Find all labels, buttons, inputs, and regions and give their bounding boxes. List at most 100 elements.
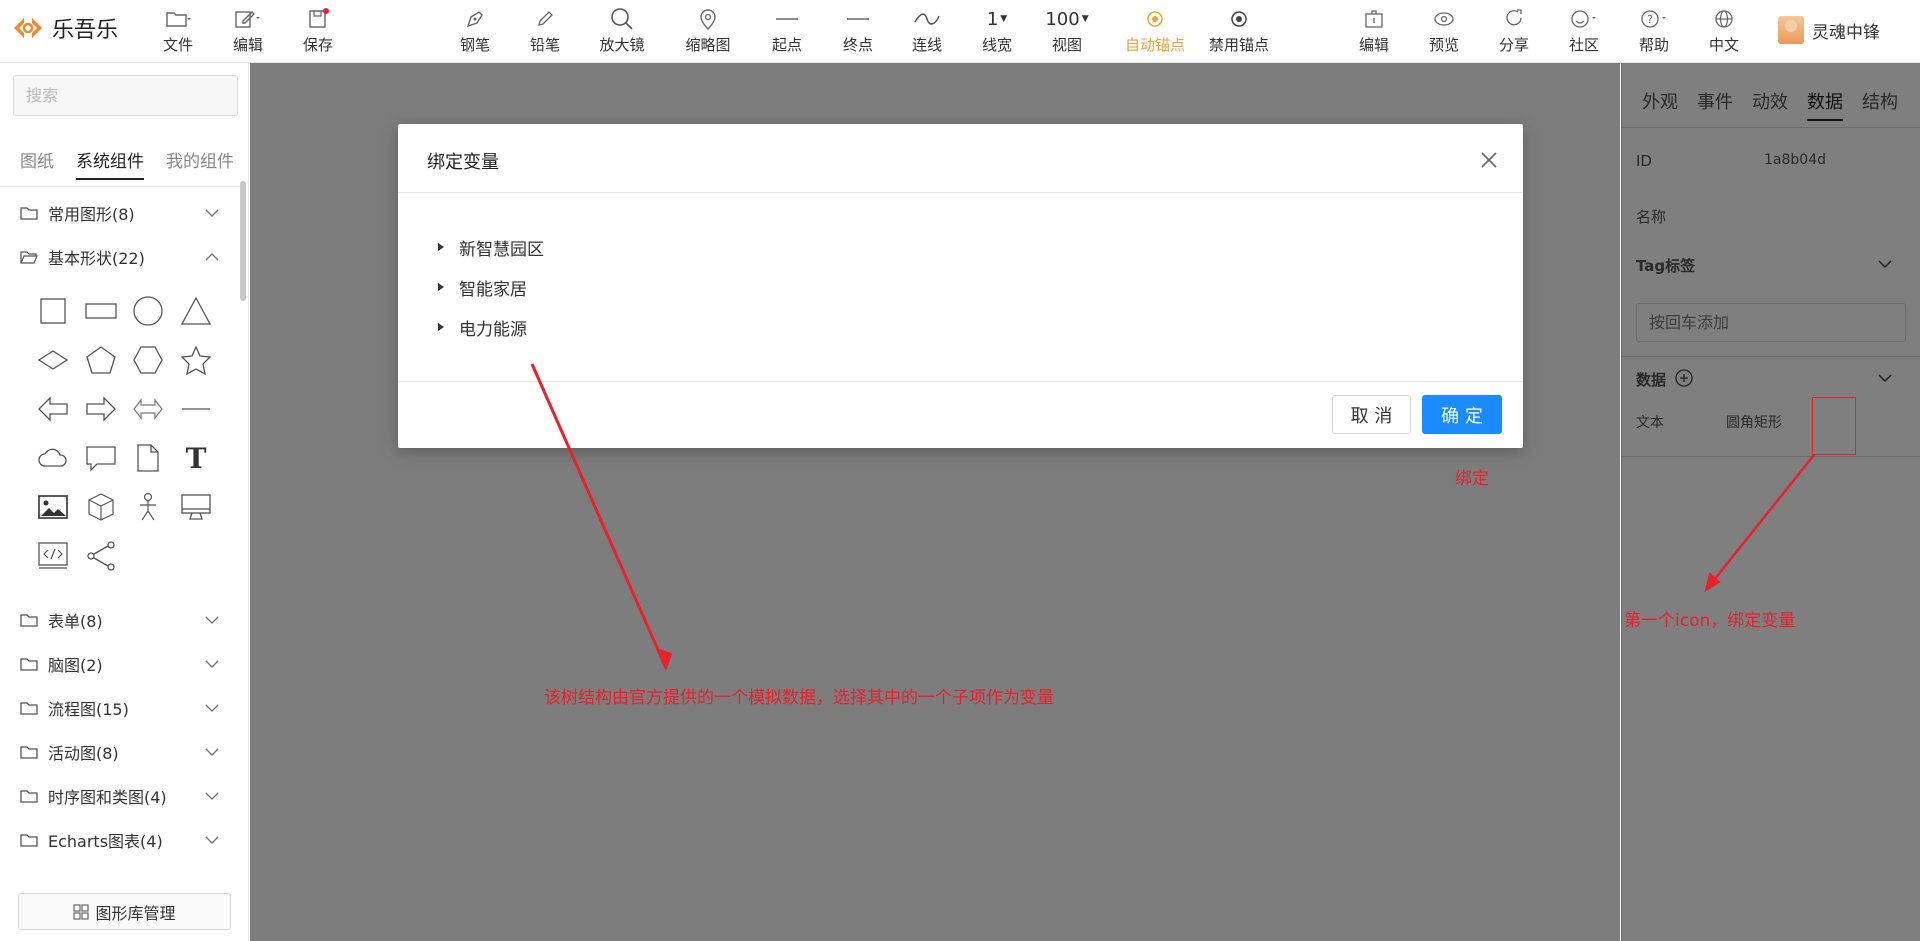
share-button[interactable]: 分享: [1482, 6, 1546, 58]
tab-my-components[interactable]: 我的组件: [166, 147, 234, 180]
dialog-footer-divider: [398, 381, 1523, 382]
tab-events[interactable]: 事件: [1697, 88, 1733, 121]
community-button[interactable]: 社区: [1552, 6, 1616, 58]
caret-right-icon[interactable]: [438, 243, 444, 251]
tree-node[interactable]: 新智慧园区: [438, 234, 544, 260]
shape-monitor[interactable]: [176, 487, 216, 527]
preview-button[interactable]: 预览: [1412, 6, 1476, 58]
shape-square[interactable]: [33, 291, 73, 331]
code-icon: [38, 542, 68, 569]
auto-anchor-toggle[interactable]: 自动锚点: [1121, 6, 1189, 58]
library-manage-button[interactable]: 图形库管理: [18, 893, 231, 930]
tab-appearance[interactable]: 外观: [1642, 88, 1678, 121]
curve-icon: [914, 13, 940, 25]
monitor-icon: [181, 494, 211, 520]
thumbnail-tool[interactable]: 缩略图: [676, 6, 740, 58]
shape-triangle[interactable]: [176, 291, 216, 331]
group-sequence-class[interactable]: 时序图和类图(4): [20, 782, 220, 810]
tab-drawings[interactable]: 图纸: [20, 147, 54, 180]
edit-menu[interactable]: 编辑: [216, 6, 280, 58]
search-input[interactable]: [13, 75, 238, 116]
disable-anchor-icon: [1231, 11, 1247, 27]
user-menu[interactable]: 灵魂中锋: [1778, 16, 1880, 44]
tabs-divider: [1622, 127, 1920, 128]
language-button[interactable]: 中文: [1692, 6, 1756, 58]
logo-icon: [14, 18, 42, 38]
shape-star[interactable]: [176, 340, 216, 380]
shape-text[interactable]: T: [176, 438, 216, 478]
line-start-tool[interactable]: 起点: [755, 6, 819, 58]
tag-input[interactable]: [1636, 303, 1906, 342]
magnifier-tool[interactable]: 放大镜: [590, 6, 654, 58]
chevron-down-icon[interactable]: [1878, 259, 1892, 269]
tab-structure[interactable]: 结构: [1862, 88, 1898, 121]
shape-person[interactable]: [128, 487, 168, 527]
line-start-icon: [776, 18, 798, 20]
group-basic-shapes[interactable]: 基本形状(22): [20, 243, 220, 271]
shape-left-arrow[interactable]: [33, 389, 73, 429]
tab-animation[interactable]: 动效: [1752, 88, 1788, 121]
line-end-tool[interactable]: 终点: [826, 6, 890, 58]
folder-icon: [20, 207, 38, 220]
shape-circle[interactable]: [128, 291, 168, 331]
close-icon[interactable]: [1477, 148, 1501, 172]
view-zoom-select[interactable]: 100 ▼ 视图: [1035, 6, 1099, 58]
shape-rectangle[interactable]: [81, 291, 121, 331]
group-common-shapes[interactable]: 常用图形(8): [20, 199, 220, 227]
properties-panel: 外观 事件 动效 数据 结构 ID 1a8b04d 名称 Tag标签 数据 文本…: [1621, 63, 1920, 941]
hexagon-icon: [133, 346, 163, 374]
shape-message[interactable]: [81, 438, 121, 478]
chevron-down-icon[interactable]: [1878, 373, 1892, 383]
globe-icon: [1715, 10, 1733, 28]
pencil-icon: [538, 11, 553, 26]
left-scrollbar[interactable]: [240, 181, 246, 301]
disable-anchor-toggle[interactable]: 禁用锚点: [1205, 6, 1273, 58]
shape-file[interactable]: [128, 438, 168, 478]
group-echarts[interactable]: Echarts图表(4): [20, 826, 220, 854]
connector-tool[interactable]: 连线: [895, 6, 959, 58]
shape-image[interactable]: [33, 487, 73, 527]
line-width-select[interactable]: 1 ▼ 线宽: [965, 6, 1029, 58]
message-icon: [86, 446, 116, 472]
shape-double-arrow[interactable]: [128, 389, 168, 429]
shape-code[interactable]: [33, 536, 73, 576]
tree-node[interactable]: 电力能源: [438, 314, 527, 340]
shape-line[interactable]: [176, 389, 216, 429]
line-icon: [182, 408, 210, 410]
file-menu[interactable]: 文件: [146, 6, 210, 58]
component-panel: 图纸 系统组件 我的组件 常用图形(8) 基本形状(22) T 表单(8): [0, 63, 249, 941]
save-button[interactable]: 保存: [286, 6, 350, 58]
app-logo[interactable]: 乐吾乐: [10, 12, 118, 44]
help-button[interactable]: ? 帮助: [1622, 6, 1686, 58]
edit-mode-button[interactable]: 编辑: [1342, 6, 1406, 58]
circle-icon: [133, 296, 163, 326]
confirm-button[interactable]: 确 定: [1422, 395, 1502, 434]
tab-system-components[interactable]: 系统组件: [76, 147, 144, 180]
shape-hexagon[interactable]: [128, 340, 168, 380]
tree-note: 该树结构由官方提供的一个模拟数据，选择其中的一个子项作为变量: [544, 688, 1054, 708]
group-forms[interactable]: 表单(8): [20, 606, 220, 634]
group-activity[interactable]: 活动图(8): [20, 738, 220, 766]
shape-diamond[interactable]: [33, 340, 73, 380]
cancel-button[interactable]: 取 消: [1332, 395, 1411, 434]
shape-pentagon[interactable]: [81, 340, 121, 380]
group-flowchart[interactable]: 流程图(15): [20, 694, 220, 722]
tree-node[interactable]: 智能家居: [438, 274, 527, 300]
pen-tool[interactable]: 钢笔: [443, 6, 507, 58]
pencil-tool[interactable]: 铅笔: [513, 6, 577, 58]
group-mindmap[interactable]: 脑图(2): [20, 650, 220, 678]
tab-data[interactable]: 数据: [1807, 88, 1843, 121]
edit-icon: [235, 11, 260, 28]
shape-cloud[interactable]: [33, 438, 73, 478]
folder-icon: [166, 12, 191, 27]
caret-right-icon[interactable]: [438, 323, 444, 331]
text-label: 文本: [1636, 415, 1664, 431]
chevron-down-icon: [205, 616, 219, 624]
bind-note: 绑定: [1455, 469, 1489, 489]
add-data-icon[interactable]: [1674, 368, 1694, 388]
caret-right-icon[interactable]: [438, 283, 444, 291]
shape-share-node[interactable]: [81, 536, 121, 576]
user-name: 灵魂中锋: [1812, 22, 1880, 43]
shape-right-arrow[interactable]: [81, 389, 121, 429]
shape-cube[interactable]: [81, 487, 121, 527]
